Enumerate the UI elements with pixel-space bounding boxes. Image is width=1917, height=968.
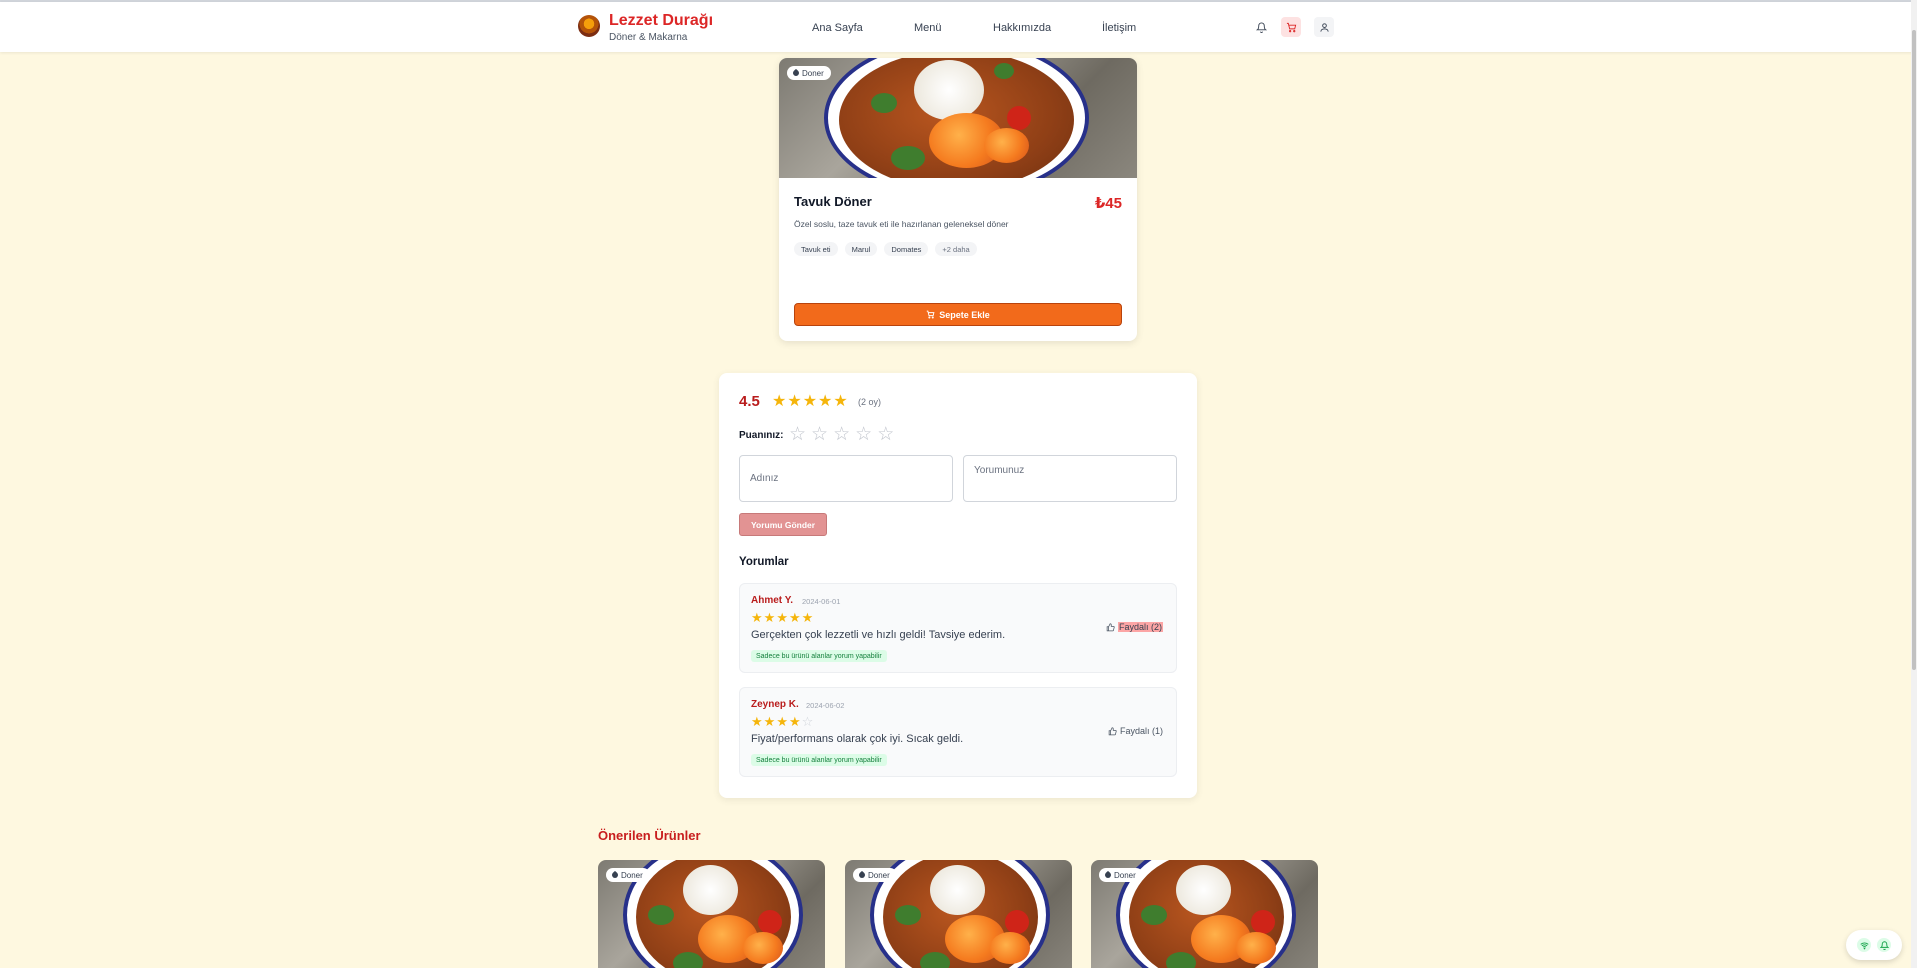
product-name: Tavuk Döner	[794, 194, 872, 209]
review-stars: ★ ★ ★ ★ ☆	[751, 715, 813, 728]
star-icon: ★	[801, 610, 814, 625]
suggested-section-title: Önerilen Ürünler	[598, 828, 701, 843]
ingredient-chip: Tavuk eti	[794, 242, 838, 256]
status-widget[interactable]	[1846, 930, 1902, 960]
category-badge: Doner	[606, 868, 650, 882]
star-icon: ★	[787, 393, 802, 410]
star-icon: ★	[802, 393, 818, 410]
suggested-product-card[interactable]: Doner	[845, 860, 1072, 968]
star-icon: ★	[772, 393, 787, 410]
helpful-button[interactable]: Faydalı (2)	[1103, 620, 1166, 634]
category-badge-label: Doner	[1114, 870, 1136, 880]
category-badge-label: Doner	[621, 870, 643, 880]
review-author: Zeynep K.	[751, 699, 799, 710]
rate-star-1[interactable]: ☆	[789, 425, 806, 444]
review-author: Ahmet Y.	[751, 595, 794, 606]
ingredient-chip: Marul	[844, 242, 878, 256]
scrollbar-thumb[interactable]	[1912, 30, 1916, 670]
ingredient-list: Tavuk eti Marul Domates +2 daha	[794, 242, 977, 256]
product-image: Doner	[598, 860, 825, 968]
user-icon	[1319, 22, 1329, 32]
tag-icon	[610, 870, 620, 880]
star-icon: ★	[776, 610, 788, 625]
product-image: Doner	[845, 860, 1072, 968]
comment-input[interactable]	[963, 455, 1177, 502]
helpful-label: Faydalı (2)	[1117, 622, 1163, 632]
rate-star-4[interactable]: ☆	[855, 425, 872, 444]
review-item: Ahmet Y. 2024-06-01 ★ ★ ★ ★ ★ Gerçekten …	[739, 583, 1177, 673]
nav-home[interactable]: Ana Sayfa	[812, 22, 863, 34]
ingredient-chip: Domates	[884, 242, 929, 256]
nav-contact[interactable]: İletişim	[1102, 22, 1136, 34]
verified-purchase-badge: Sadece bu ürünü alanlar yorum yapabilir	[751, 650, 887, 662]
star-icon: ★	[763, 714, 776, 729]
helpful-label: Faydalı (1)	[1119, 726, 1163, 736]
product-description: Özel soslu, taze tavuk eti ile hazırlana…	[794, 219, 1009, 229]
star-icon: ★	[763, 610, 776, 625]
star-icon: ★	[833, 393, 848, 410]
star-icon: ★	[751, 714, 763, 729]
review-text: Fiyat/performans olarak çok iyi. Sıcak g…	[751, 733, 964, 745]
product-card: Doner Tavuk Döner ₺45 Özel soslu, taze t…	[779, 58, 1137, 341]
brand-logo[interactable]	[578, 15, 600, 37]
vote-count: (2 oy)	[858, 397, 882, 407]
thumbs-up-icon	[1108, 726, 1117, 735]
wifi-icon	[1857, 938, 1871, 952]
rate-star-5[interactable]: ☆	[877, 425, 894, 444]
category-badge: Doner	[853, 868, 897, 882]
review-date: 2024-06-01	[802, 597, 841, 606]
review-text: Gerçekten çok lezzetli ve hızlı geldi! T…	[751, 629, 1006, 641]
account-button[interactable]	[1314, 17, 1334, 37]
category-badge: Doner	[1099, 868, 1143, 882]
cart-icon	[926, 310, 935, 319]
review-panel: 4.5 ★ ★ ★ ★ ★ (2 oy) Puanınız: ☆ ☆ ☆ ☆ ☆…	[719, 373, 1197, 798]
name-input[interactable]	[739, 455, 953, 502]
rating-picker[interactable]: ☆ ☆ ☆ ☆ ☆	[789, 425, 894, 444]
brand-subtitle: Döner & Makarna	[609, 32, 688, 43]
tag-icon	[791, 68, 801, 78]
suggested-product-card[interactable]: Doner	[1091, 860, 1318, 968]
nav-menu[interactable]: Menü	[914, 22, 942, 34]
tag-icon	[1103, 870, 1113, 880]
star-icon: ★	[818, 393, 833, 410]
brand-title[interactable]: Lezzet Durağı	[609, 12, 713, 30]
category-badge-label: Doner	[868, 870, 890, 880]
rate-star-3[interactable]: ☆	[833, 425, 850, 444]
star-icon: ★	[788, 610, 801, 625]
product-image: Doner	[1091, 860, 1318, 968]
star-icon: ★	[751, 610, 763, 625]
verified-purchase-badge: Sadece bu ürünü alanlar yorum yapabilir	[751, 754, 887, 766]
star-icon: ★	[776, 714, 788, 729]
your-rating-label: Puanınız:	[739, 430, 784, 441]
suggested-product-card[interactable]: Doner	[598, 860, 825, 968]
average-rating-stars: ★ ★ ★ ★ ★	[772, 394, 848, 410]
notifications-button[interactable]	[1251, 17, 1271, 37]
product-image: Doner	[779, 58, 1137, 178]
rate-star-2[interactable]: ☆	[811, 425, 828, 444]
more-ingredients-chip[interactable]: +2 daha	[935, 242, 977, 256]
review-stars: ★ ★ ★ ★ ★	[751, 611, 813, 624]
review-date: 2024-06-02	[806, 701, 845, 710]
helpful-button[interactable]: Faydalı (1)	[1105, 724, 1166, 738]
thumbs-up-icon	[1106, 622, 1115, 631]
reviews-section-title: Yorumlar	[739, 556, 789, 568]
category-badge-label: Doner	[802, 68, 824, 78]
review-item: Zeynep K. 2024-06-02 ★ ★ ★ ★ ☆ Fiyat/per…	[739, 687, 1177, 777]
average-rating: 4.5	[739, 393, 760, 410]
site-header: Lezzet Durağı Döner & Makarna Ana Sayfa …	[0, 2, 1917, 52]
star-icon: ★	[788, 714, 801, 729]
bell-icon	[1877, 938, 1891, 952]
product-price: ₺45	[1094, 195, 1122, 212]
star-empty-icon: ☆	[801, 714, 814, 729]
bell-icon	[1255, 22, 1267, 33]
tag-icon	[857, 870, 867, 880]
submit-review-button[interactable]: Yorumu Gönder	[739, 513, 828, 536]
cart-icon	[1286, 22, 1296, 32]
nav-about[interactable]: Hakkımızda	[993, 22, 1051, 34]
category-badge: Doner	[787, 66, 831, 80]
add-to-cart-button[interactable]: Sepete Ekle	[794, 303, 1122, 326]
cart-button[interactable]	[1281, 17, 1301, 37]
add-to-cart-label: Sepete Ekle	[939, 309, 990, 320]
